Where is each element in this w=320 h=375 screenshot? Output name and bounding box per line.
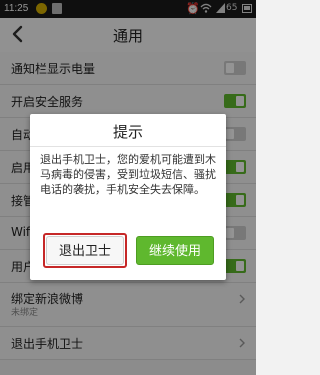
exit-guard-button[interactable]: 退出卫士 xyxy=(43,233,127,268)
dialog-message: 退出手机卫士，您的爱机可能遭到木马病毒的侵害，受到垃圾短信、骚扰电话的袭扰，手机… xyxy=(40,153,216,196)
dialog-divider xyxy=(30,146,226,147)
highlight-box xyxy=(43,233,127,268)
continue-using-label: 继续使用 xyxy=(148,244,201,259)
exit-confirm-dialog: 提示 退出手机卫士，您的爱机可能遭到木马病毒的侵害，受到垃圾短信、骚扰电话的袭扰… xyxy=(30,114,226,280)
dialog-title: 提示 xyxy=(112,123,143,141)
continue-using-button[interactable]: 继续使用 xyxy=(136,236,214,265)
